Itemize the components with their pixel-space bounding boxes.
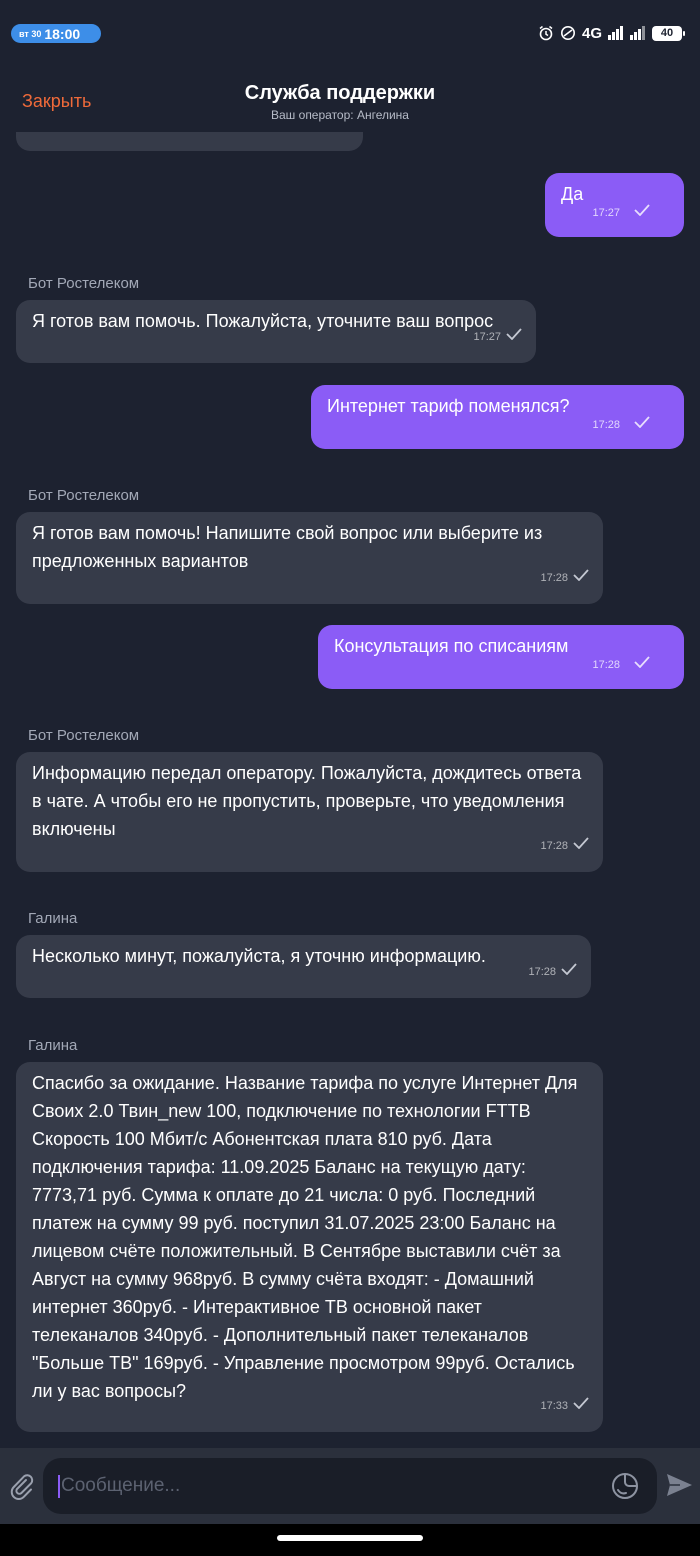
sender-name: Бот Ростелеком [28, 727, 140, 744]
status-date: вт 30 [19, 28, 42, 39]
message-meta: 17:33 [540, 1392, 589, 1420]
message-input[interactable] [61, 1458, 601, 1514]
read-check-icon [561, 958, 577, 986]
sent-check-icon [634, 651, 650, 679]
alarm-icon [538, 25, 554, 41]
text-cursor [58, 1475, 60, 1498]
message-time: 17:27 [473, 331, 501, 343]
status-icons: 4G 40 [538, 22, 685, 44]
message-meta: 17:27 [473, 323, 522, 351]
message-time: 17:28 [528, 966, 556, 978]
message-bubble-incoming[interactable]: Несколько минут, пожалуйста, я уточню ин… [16, 935, 591, 998]
message-meta: 17:27 [592, 199, 650, 227]
sender-name: Бот Ростелеком [28, 275, 140, 292]
sender-name: Галина [28, 910, 78, 927]
signal-icon [608, 26, 624, 40]
message-composer [0, 1448, 700, 1524]
send-icon[interactable] [664, 1470, 694, 1500]
message-text: Спасибо за ожидание. Название тарифа по … [32, 1073, 578, 1401]
message-bubble-outgoing[interactable]: Да 17:27 [545, 173, 684, 237]
message-meta: 17:28 [540, 832, 589, 860]
message-text: Несколько минут, пожалуйста, я уточню ин… [32, 946, 486, 966]
message-bubble-outgoing[interactable]: Консультация по списаниям 17:28 [318, 625, 684, 689]
sticker-icon[interactable] [610, 1471, 640, 1501]
home-indicator[interactable] [277, 1535, 423, 1541]
status-bar: вт 30 18:00 4G 40 [0, 0, 700, 62]
message-bubble-incoming[interactable]: Я готов вам помочь. Пожалуйста, уточните… [16, 300, 536, 363]
sender-name: Галина [28, 1037, 78, 1054]
message-time: 17:33 [540, 1400, 568, 1412]
sender-name: Бот Ростелеком [28, 487, 140, 504]
message-text: Я готов вам помочь! Напишите свой вопрос… [32, 523, 543, 571]
read-check-icon [506, 323, 522, 351]
sent-check-icon [634, 199, 650, 227]
dnd-icon [560, 25, 576, 41]
network-type: 4G [581, 24, 602, 42]
attach-icon[interactable] [8, 1472, 36, 1500]
message-time: 17:28 [592, 419, 620, 431]
status-time: 18:00 [44, 25, 81, 42]
chat-messages[interactable]: Да 17:27 Бот Ростелеком Я готов вам помо… [0, 132, 700, 1448]
message-bubble-partial [16, 132, 363, 151]
read-check-icon [573, 832, 589, 860]
page-title: Служба поддержки [244, 82, 436, 104]
status-time-pill: вт 30 18:00 [11, 24, 101, 43]
message-time: 17:28 [592, 659, 620, 671]
signal-icon [630, 26, 646, 40]
message-text: Я готов вам помочь. Пожалуйста, уточните… [32, 311, 494, 331]
message-bubble-incoming[interactable]: Я готов вам помочь! Напишите свой вопрос… [16, 512, 603, 604]
operator-subtitle: Ваш оператор: Ангелина [271, 108, 409, 122]
read-check-icon [573, 1392, 589, 1420]
sent-check-icon [634, 411, 650, 439]
message-bubble-incoming[interactable]: Спасибо за ожидание. Название тарифа по … [16, 1062, 603, 1432]
chat-header: Закрыть Служба поддержки Ваш оператор: А… [0, 62, 700, 132]
message-meta: 17:28 [592, 651, 650, 679]
read-check-icon [573, 564, 589, 592]
message-input-container[interactable] [43, 1458, 657, 1514]
message-bubble-incoming[interactable]: Информацию передал оператору. Пожалуйста… [16, 752, 603, 872]
message-meta: 17:28 [540, 564, 589, 592]
message-meta: 17:28 [528, 958, 577, 986]
message-bubble-outgoing[interactable]: Интернет тариф поменялся? 17:28 [311, 385, 684, 449]
message-text: Информацию передал оператору. Пожалуйста… [32, 763, 582, 839]
navigation-bar [0, 1524, 700, 1556]
message-time: 17:27 [592, 207, 620, 219]
battery-icon: 40 [652, 25, 685, 41]
message-time: 17:28 [540, 840, 568, 852]
message-time: 17:28 [540, 572, 568, 584]
message-meta: 17:28 [592, 411, 650, 439]
